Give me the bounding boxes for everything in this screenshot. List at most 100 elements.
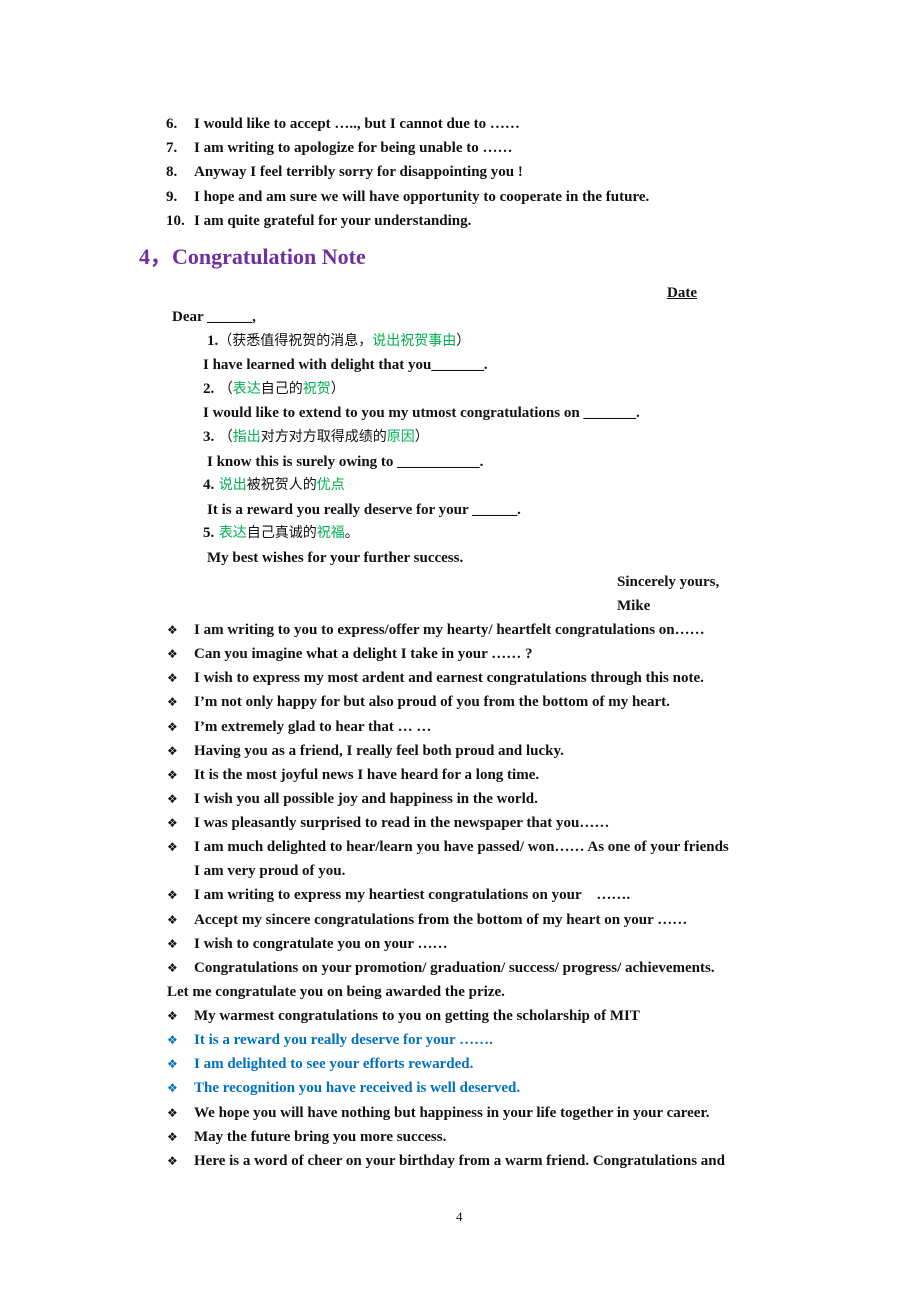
numbered-item: 7. I am writing to apologize for being un… (166, 138, 512, 158)
fill-blank: _______. (583, 405, 640, 421)
closing: Sincerely yours, (617, 574, 720, 590)
item-text: I am quite grateful for your understandi… (194, 212, 472, 229)
phrase-text: May the future bring you more success. (194, 1128, 447, 1145)
highlighted-keyword: 原因 (386, 429, 415, 445)
highlighted-keyword: 祝贺 (302, 381, 331, 397)
fill-blank: _______. (431, 357, 488, 373)
highlighted-keyword: 表达 (218, 525, 247, 541)
step-example-sentence: I have learned with delight that you____… (203, 355, 488, 375)
section-heading: 4，Congratulation Note (139, 244, 366, 269)
salutation: Dear ______, (172, 309, 256, 325)
step-number: 2. (203, 381, 215, 397)
instruction-text: 对方对方取得成绩的 (260, 429, 387, 445)
phrase-list-item: ❖ I am writing to you to express/offer my… (167, 620, 705, 640)
diamond-bullet-icon: ❖ (167, 1153, 178, 1168)
sentence-text: My best wishes for your further success. (207, 550, 464, 566)
phrase-list-item: ❖ Can you imagine what a delight I take i… (167, 644, 533, 664)
step-instruction: 3. （指出对方对方取得成绩的原因） (203, 427, 429, 447)
phrase-text: Having you as a friend, I really feel bo… (194, 742, 564, 759)
highlighted-keyword: 指出 (232, 429, 261, 445)
step-number: 5. (203, 525, 215, 541)
sentence-text: I know this is surely owing to _________… (207, 454, 484, 470)
phrase-text: I am delighted to see your efforts rewar… (194, 1056, 474, 1073)
diamond-bullet-icon: ❖ (167, 671, 178, 686)
phrase-text: It is the most joyful news I have heard … (194, 766, 540, 783)
numbered-item: 6. I would like to accept ….., but I cann… (166, 114, 520, 134)
phrase-text: My warmest congratulations to you on get… (194, 1008, 640, 1025)
phrase-list-item: ❖ I’m extremely glad to hear that … … (167, 717, 431, 737)
phrase-text: We hope you will have nothing but happin… (194, 1104, 710, 1121)
step-instruction: 5. 表达自己真诚的祝福。 (203, 523, 359, 543)
phrase-list-item: ❖ Having you as a friend, I really feel b… (167, 741, 564, 761)
step-example-sentence: It is a reward you really deserve for yo… (207, 500, 521, 520)
instruction-text: （ (214, 429, 233, 445)
date-label: Date (667, 285, 697, 301)
instruction-text: ） (456, 333, 471, 349)
phrase-text: I was pleasantly surprised to read in th… (194, 815, 610, 832)
phrase-list-item: ❖ I wish to express my most ardent and ea… (167, 668, 704, 688)
item-text: I hope and am sure we will have opportun… (194, 188, 650, 205)
phrase-list-item: ❖ May the future bring you more success. (167, 1127, 446, 1147)
diamond-bullet-icon: ❖ (167, 888, 178, 903)
phrase-text: I wish you all possible joy and happines… (194, 790, 538, 807)
item-text: I would like to accept ….., but I cannot… (194, 116, 520, 132)
step-example-sentence: I know this is surely owing to _________… (207, 452, 483, 472)
step-number: 1. (207, 333, 219, 349)
highlighted-keyword: 祝福 (316, 525, 345, 541)
sentence-text: I have learned with delight that you (203, 357, 432, 373)
page-number: 4 (456, 1209, 463, 1224)
phrase-text: I’m extremely glad to hear that … … (194, 718, 432, 735)
item-number: 9. (166, 188, 178, 205)
diamond-bullet-icon: ❖ (167, 767, 178, 782)
step-example-sentence: I would like to extend to you my utmost … (203, 403, 640, 423)
phrase-list-item: ❖ Congratulations on your promotion/ grad… (167, 958, 715, 978)
diamond-bullet-icon: ❖ (167, 623, 178, 637)
phrase-text: The recognition you have received is wel… (194, 1080, 521, 1097)
phrase-list-item: ❖ It is the most joyful news I have heard… (167, 765, 539, 785)
phrase-list-item: ❖ I am delighted to see your efforts rewa… (167, 1054, 473, 1074)
step-instruction: 2. （表达自己的祝贺） (203, 379, 345, 399)
numbered-item: 8. Anyway I feel terribly sorry for disap… (166, 162, 523, 182)
numbered-item: 10. I am quite grateful for your understa… (166, 211, 471, 231)
phrase-text: It is a reward you really deserve for yo… (194, 1032, 493, 1049)
diamond-bullet-icon: ❖ (167, 1057, 178, 1072)
phrase-list-item: ❖ I’m not only happy for but also proud o… (167, 692, 670, 712)
highlighted-keyword: 说出祝贺事由 (372, 333, 457, 349)
phrase-text: Let me congratulate you on being awarded… (167, 983, 505, 1000)
phrase-list-item: ❖ We hope you will have nothing but happi… (167, 1103, 709, 1123)
step-number: 3. (203, 429, 215, 445)
diamond-bullet-icon: ❖ (167, 743, 178, 758)
diamond-bullet-icon: ❖ (167, 936, 178, 951)
item-text: I am writing to apologize for being unab… (194, 140, 513, 157)
sentence-text: It is a reward you really deserve for yo… (207, 502, 521, 518)
phrase-list-item: Let me congratulate you on being awarded… (167, 982, 505, 1002)
diamond-bullet-icon: ❖ (167, 816, 178, 831)
item-text: Anyway I feel terribly sorry for disappo… (194, 164, 523, 181)
instruction-text: ） (330, 381, 345, 397)
step-instruction: 4. 说出被祝贺人的优点 (203, 475, 345, 495)
item-number: 8. (166, 164, 178, 181)
instruction-text: （获悉值得祝贺的消息， (218, 333, 373, 349)
diamond-bullet-icon: ❖ (167, 1009, 178, 1024)
phrase-list-item: ❖ I am much delighted to hear/learn you h… (167, 837, 729, 857)
diamond-bullet-icon: ❖ (167, 1105, 178, 1120)
phrase-text: I am much delighted to hear/learn you ha… (194, 839, 729, 856)
phrase-list-item: ❖ Here is a word of cheer on your birthda… (167, 1151, 725, 1171)
diamond-bullet-icon: ❖ (167, 647, 178, 662)
phrase-list-item: ❖ The recognition you have received is we… (167, 1078, 520, 1098)
phrase-list-item: ❖ I was pleasantly surprised to read in t… (167, 813, 609, 833)
phrase-list-item: ❖ I am writing to express my heartiest co… (167, 885, 630, 905)
diamond-bullet-icon: ❖ (167, 1081, 178, 1096)
item-number: 7. (166, 140, 178, 157)
phrase-list-item: ❖ I wish you all possible joy and happine… (167, 789, 538, 809)
diamond-bullet-icon: ❖ (167, 791, 178, 806)
diamond-bullet-icon: ❖ (167, 695, 178, 710)
step-example-sentence: My best wishes for your further success. (207, 548, 463, 568)
instruction-text: ） (414, 429, 429, 445)
phrase-text: Congratulations on your promotion/ gradu… (194, 959, 715, 976)
diamond-bullet-icon: ❖ (167, 1129, 178, 1144)
diamond-bullet-icon: ❖ (167, 912, 178, 927)
phrase-list-item: ❖ I wish to congratulate you on your …… (167, 934, 448, 954)
signature: Mike (617, 598, 651, 614)
highlighted-keyword: 说出 (218, 477, 247, 493)
